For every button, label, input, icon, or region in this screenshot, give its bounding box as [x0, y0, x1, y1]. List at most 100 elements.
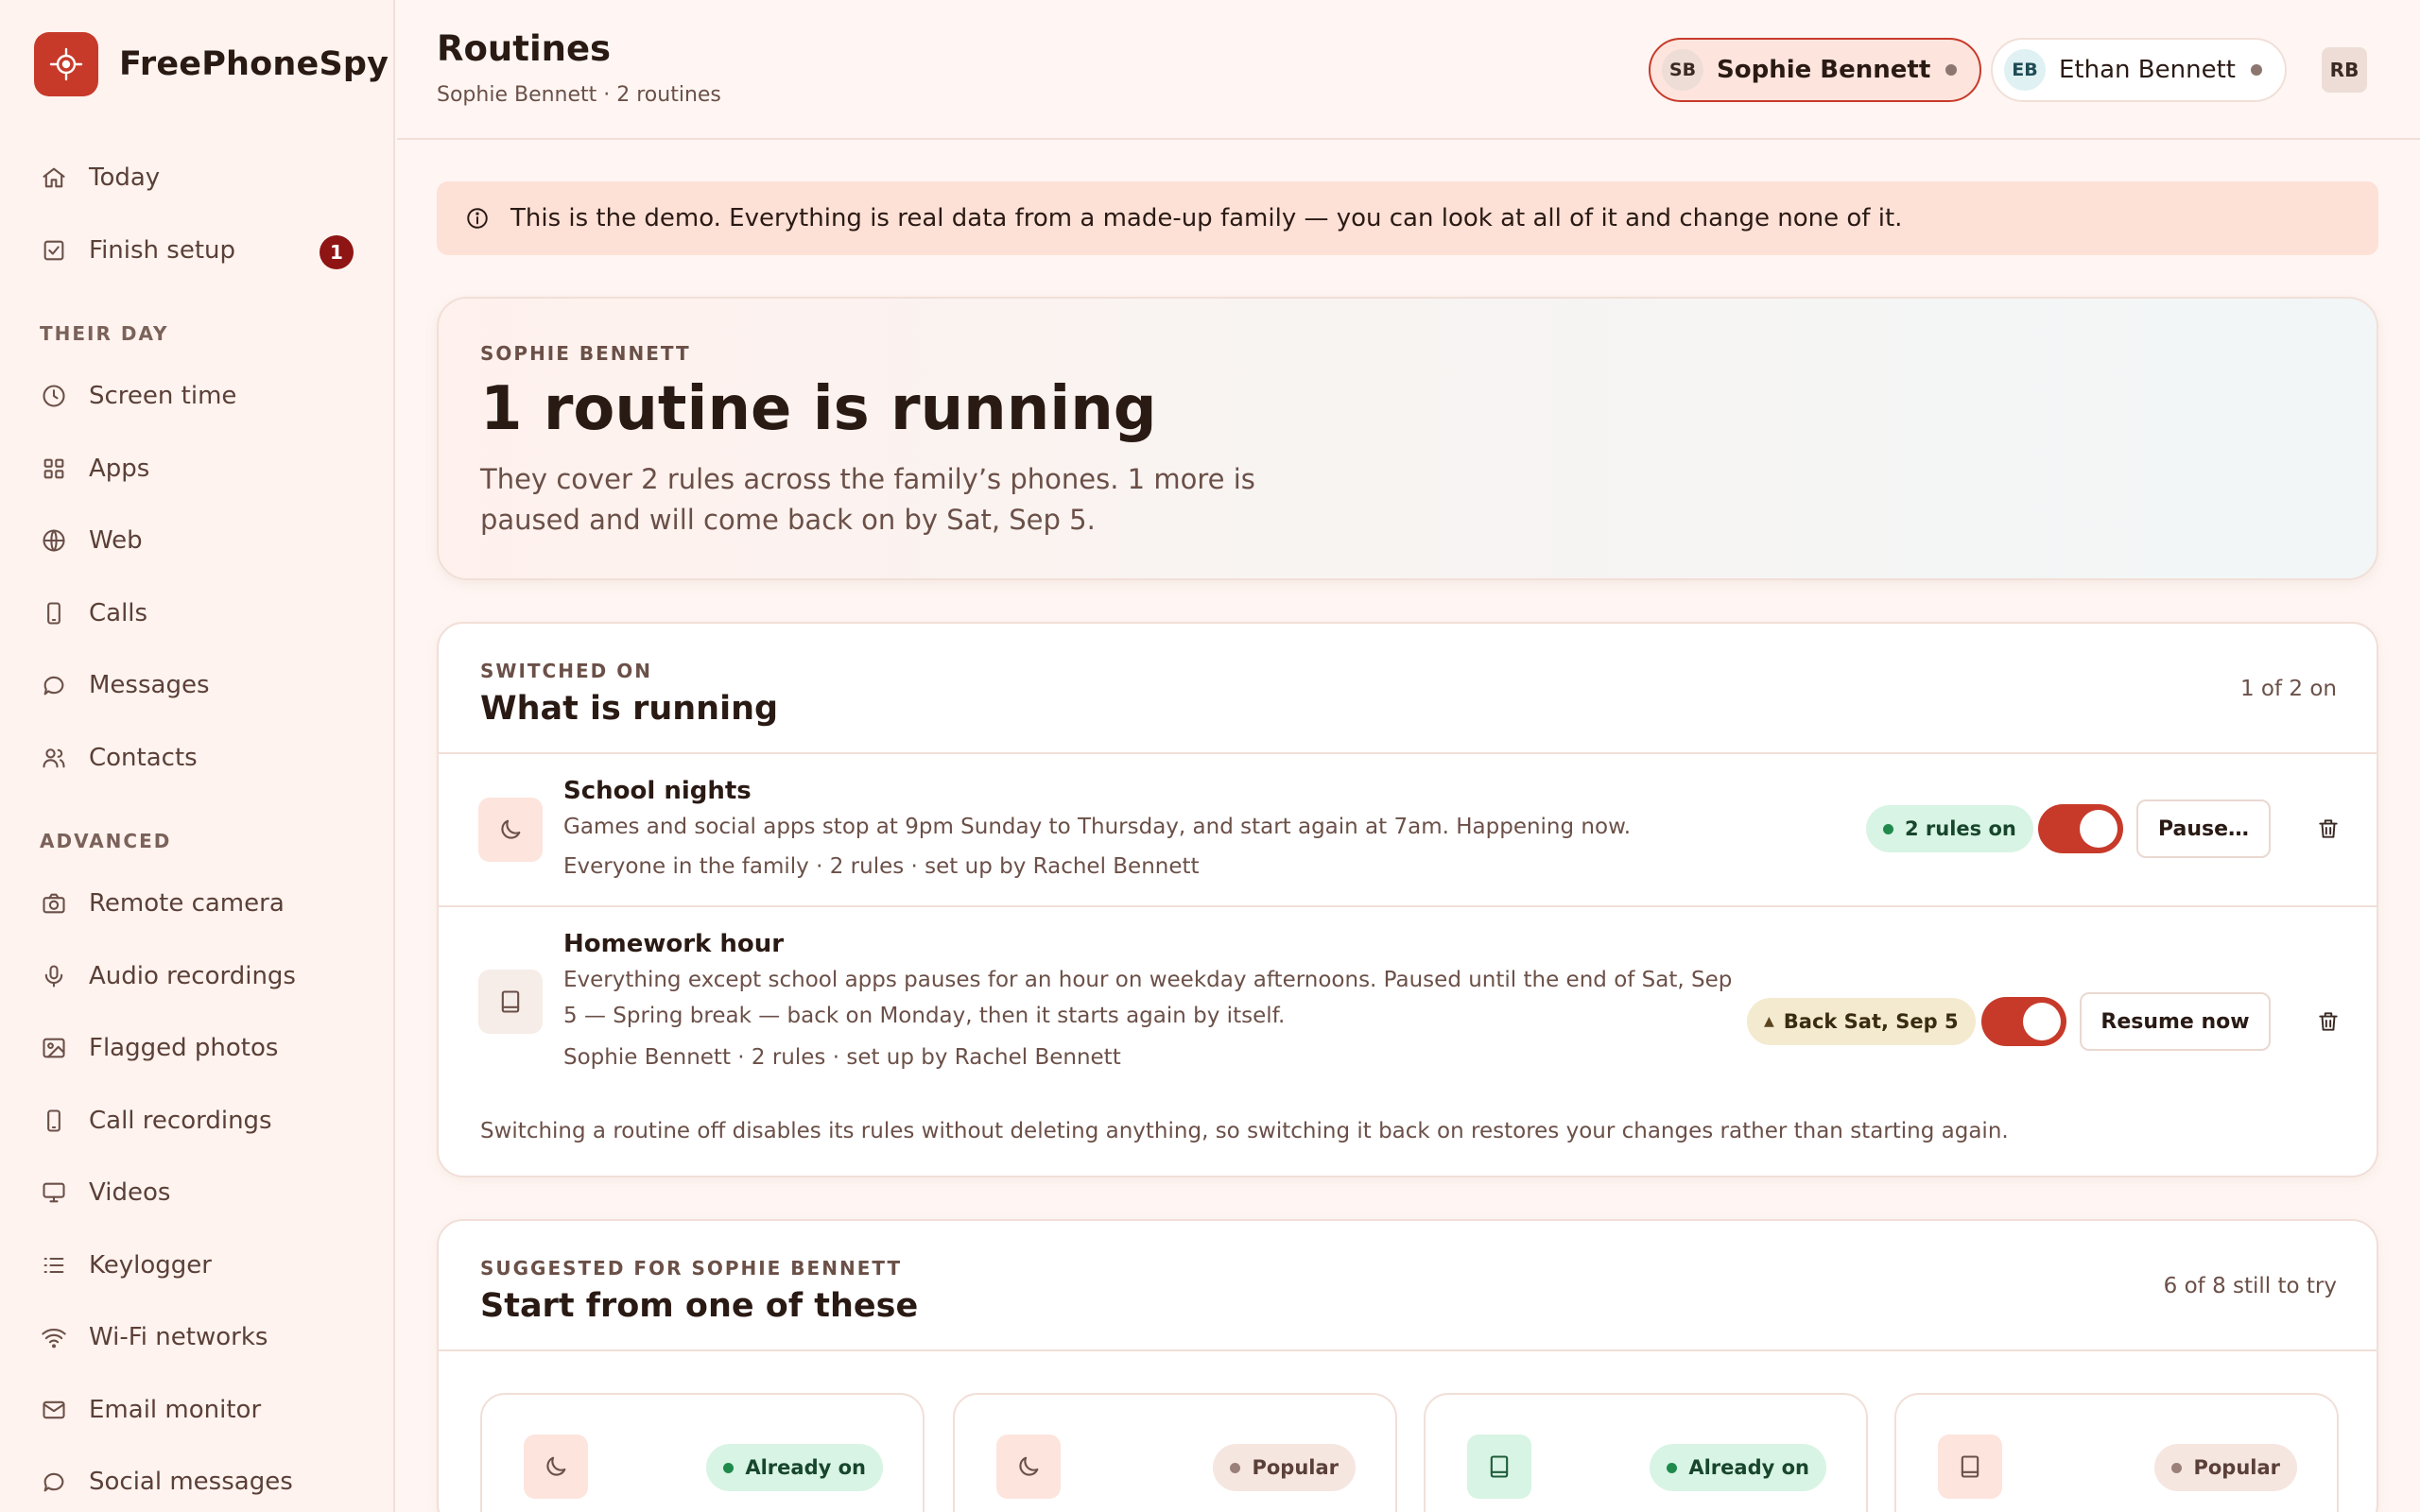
hero-title: 1 routine is running — [480, 374, 1157, 444]
sidebar-section-title: THEIR DAY — [40, 322, 169, 345]
phone-icon — [40, 599, 68, 627]
status-badge: ▲ Back Sat, Sep 5 — [1747, 998, 1976, 1045]
sidebar-item-flagged-photos[interactable]: Flagged photos — [0, 1012, 395, 1085]
sidebar-item-label: Contacts — [89, 743, 198, 772]
sidebar-item-contacts[interactable]: Contacts — [0, 722, 395, 795]
pause-button[interactable]: Pause… — [2136, 799, 2271, 858]
sidebar-item-label: Calls — [89, 598, 148, 627]
routine-toggle[interactable] — [1981, 997, 2066, 1046]
summary-hero: SOPHIE BENNETT 1 routine is running They… — [437, 297, 2378, 580]
status-badge: Popular — [2154, 1444, 2297, 1491]
trash-icon[interactable] — [2312, 813, 2344, 845]
status-badge-label: Back Sat, Sep 5 — [1783, 1010, 1959, 1033]
page-header: Routines Sophie Bennett · 2 routines SB … — [397, 0, 2420, 140]
sidebar-item-audio-recordings[interactable]: Audio recordings — [0, 940, 395, 1013]
sidebar-item-remote-camera[interactable]: Remote camera — [0, 868, 395, 940]
mail-icon — [40, 1396, 68, 1424]
sidebar-item-call-recordings[interactable]: Call recordings — [0, 1085, 395, 1158]
running-count: 1 of 2 on — [2239, 677, 2337, 701]
brand-name: FreePhoneSpy — [119, 45, 389, 83]
people-icon — [40, 744, 68, 772]
routine-meta: Everyone in the family · 2 rules · set u… — [563, 854, 1200, 879]
sidebar-item-label: Audio recordings — [89, 961, 296, 990]
sidebar-item-label: Email monitor — [89, 1395, 262, 1424]
phone-recording-icon — [40, 1107, 68, 1135]
profile-chip-ethan[interactable]: EB Ethan Bennett — [1991, 38, 2287, 102]
warning-triangle-icon: ▲ — [1764, 1014, 1774, 1029]
card-title: Start from one of these — [480, 1287, 919, 1325]
info-icon — [467, 208, 488, 229]
status-badge-label: Already on — [745, 1456, 866, 1479]
routine-meta: Sophie Bennett · 2 rules · set up by Rac… — [563, 1045, 1121, 1070]
status-dot-icon — [1667, 1462, 1678, 1473]
status-dot-icon — [1883, 823, 1893, 834]
sidebar-item-finish-setup[interactable]: Finish setup 1 — [0, 215, 395, 287]
profile-chip-sophie[interactable]: SB Sophie Bennett — [1649, 38, 1982, 102]
sidebar-item-wifi-networks[interactable]: Wi-Fi networks — [0, 1301, 395, 1374]
checklist-icon — [40, 236, 68, 265]
sidebar-item-label: Flagged photos — [89, 1034, 279, 1063]
sidebar-item-label: Screen time — [89, 382, 237, 411]
sidebar-item-social-messages[interactable]: Social messages — [0, 1446, 395, 1512]
sidebar-section-title: ADVANCED — [40, 830, 172, 852]
sidebar-item-web[interactable]: Web — [0, 505, 395, 577]
routine-toggle[interactable] — [2038, 804, 2123, 853]
hero-body: They cover 2 rules across the family’s p… — [480, 463, 1255, 536]
suggested-count: 6 of 8 still to try — [2163, 1274, 2337, 1298]
routine-description: Games and social apps stop at 9pm Sunday… — [563, 815, 1632, 839]
sidebar-item-label: Social messages — [89, 1468, 293, 1497]
sidebar-item-today[interactable]: Today — [0, 142, 395, 215]
moon-icon — [478, 798, 543, 862]
profile-name: Ethan Bennett — [2059, 56, 2236, 84]
book-icon — [478, 970, 543, 1034]
sidebar-item-apps[interactable]: Apps — [0, 433, 395, 506]
card-header: SUGGESTED FOR SOPHIE BENNETT Start from … — [439, 1221, 2377, 1351]
sidebar-item-label: Web — [89, 526, 143, 556]
image-icon — [40, 1034, 68, 1062]
routine-description: Everything except school apps pauses for… — [563, 968, 1733, 1028]
suggestion-tile[interactable]: Popular — [1894, 1393, 2339, 1512]
home-icon — [40, 163, 68, 192]
suggestion-tile[interactable]: Popular — [953, 1393, 1397, 1512]
running-footnote: Switching a routine off disables its rul… — [480, 1119, 2009, 1143]
clock-icon — [40, 382, 68, 410]
routine-row-homework-hour: Homework hour Everything except school a… — [439, 907, 2377, 1087]
profile-name: Sophie Bennett — [1717, 56, 1931, 84]
status-dot-icon — [2171, 1462, 2183, 1473]
status-badge: Popular — [1213, 1444, 1356, 1491]
status-badge: Already on — [706, 1444, 883, 1491]
routine-name: School nights — [563, 777, 752, 805]
sidebar-item-screen-time[interactable]: Screen time — [0, 360, 395, 433]
monitor-icon — [40, 1178, 68, 1207]
sidebar-item-videos[interactable]: Videos — [0, 1157, 395, 1229]
suggestion-tile[interactable]: Already on — [1424, 1393, 1868, 1512]
page-subtitle: Sophie Bennett · 2 routines — [437, 83, 721, 107]
running-routines-card: SWITCHED ON What is running 1 of 2 on Sc… — [437, 622, 2378, 1177]
microphone-icon — [40, 962, 68, 990]
resume-now-button[interactable]: Resume now — [2080, 992, 2271, 1051]
status-badge-label: Popular — [2193, 1456, 2280, 1479]
suggestion-tile[interactable]: Already on — [480, 1393, 925, 1512]
social-chat-icon — [40, 1468, 68, 1496]
sidebar-item-messages[interactable]: Messages — [0, 649, 395, 722]
status-badge-label: 2 rules on — [1905, 817, 2016, 840]
sidebar-item-label: Remote camera — [89, 889, 285, 919]
sidebar-item-email-monitor[interactable]: Email monitor — [0, 1374, 395, 1447]
brand[interactable]: FreePhoneSpy — [34, 32, 389, 96]
list-icon — [40, 1251, 68, 1280]
status-badge: 2 rules on — [1866, 805, 2033, 852]
status-badge: Already on — [1650, 1444, 1826, 1491]
trash-icon[interactable] — [2312, 1005, 2344, 1038]
setup-count-badge: 1 — [320, 234, 354, 269]
account-avatar[interactable]: RB — [2322, 47, 2367, 93]
sidebar-item-label: Finish setup — [89, 235, 235, 265]
avatar: SB — [1662, 49, 1703, 91]
routine-name: Homework hour — [563, 930, 785, 958]
sidebar-item-keylogger[interactable]: Keylogger — [0, 1229, 395, 1302]
chat-bubble-icon — [40, 671, 68, 699]
crosshair-logo-icon — [34, 32, 98, 96]
sidebar-item-label: Wi-Fi networks — [89, 1323, 268, 1352]
status-badge-label: Popular — [1252, 1456, 1339, 1479]
sidebar-nav: Today Finish setup 1 THEIR DAY Screen ti… — [0, 142, 395, 1512]
sidebar-item-calls[interactable]: Calls — [0, 577, 395, 650]
